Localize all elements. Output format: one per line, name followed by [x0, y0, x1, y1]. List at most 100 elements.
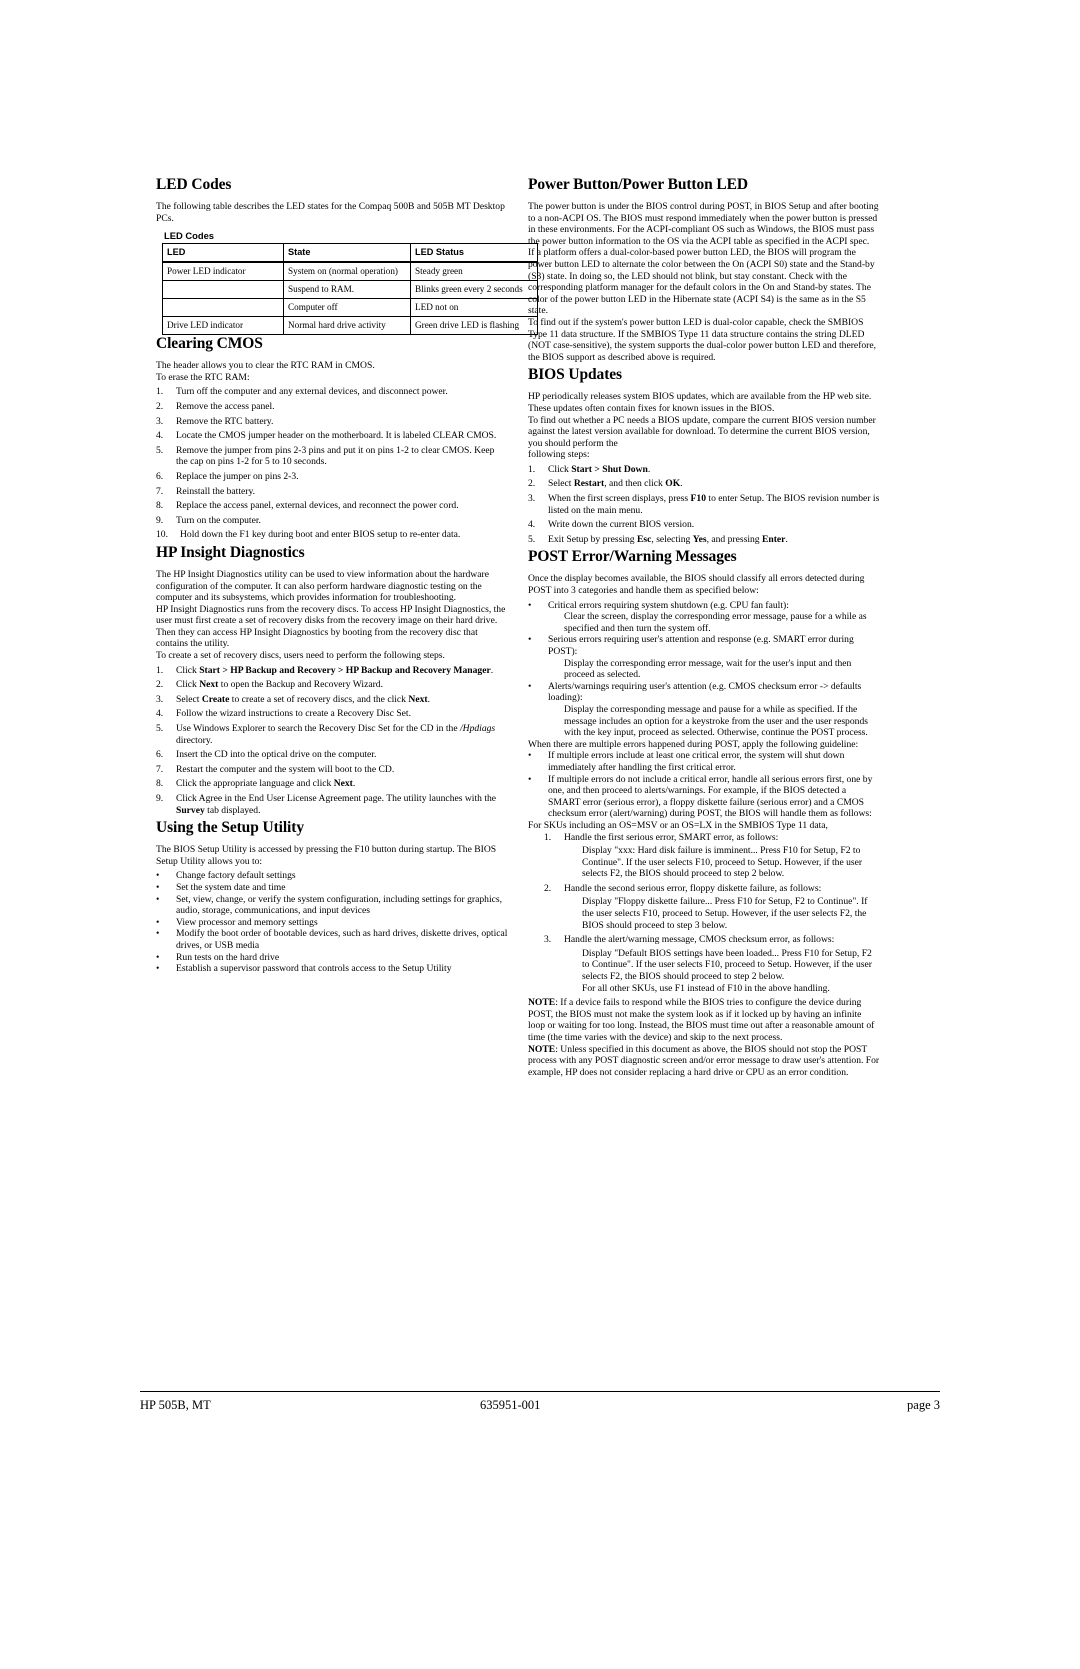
list-item-text: Click the appropriate language and click…	[176, 778, 356, 790]
heading-hp-insight-diagnostics: HP Insight Diagnostics	[156, 543, 305, 561]
bullet-icon: •	[528, 599, 532, 611]
heading-using-setup-utility: Using the Setup Utility	[156, 819, 304, 837]
bullet-icon: •	[156, 881, 160, 893]
post-errors-detail: Display the corresponding error message,…	[564, 657, 852, 681]
note-1: NOTE: If a device fails to respond while…	[528, 997, 880, 1043]
cell-led: Drive LED indicator	[162, 316, 284, 336]
list-item: • Set the system date and time	[156, 882, 508, 894]
list-item-text: If multiple errors do not include a crit…	[548, 773, 873, 820]
list-item: 6. Replace the jumper on pins 2-3.	[156, 471, 508, 483]
list-item: 8. Click the appropriate language and cli…	[156, 778, 508, 790]
list-item: 4. Follow the wizard instructions to crea…	[156, 708, 508, 720]
list-item-text: Remove the access panel.	[176, 400, 275, 412]
list-marker: 5.	[156, 723, 164, 735]
handling-step-title: Handle the second serious error, floppy …	[564, 882, 822, 894]
list-marker: 6.	[156, 470, 164, 482]
handling-step-detail: Display "Floppy diskette failure... Pres…	[582, 896, 868, 931]
list-item-text: Use Windows Explorer to search the Recov…	[176, 723, 496, 746]
list-marker: 5.	[156, 444, 164, 456]
power-button-para-3: To find out if the system's power button…	[528, 316, 877, 363]
footer-model: HP 505B, MT	[140, 1398, 211, 1412]
list-item: 3. Select Create to create a set of recov…	[156, 694, 508, 706]
list-marker: 10.	[156, 529, 168, 541]
all-other-skus: For all other SKUs, use F1 instead of F1…	[582, 982, 830, 994]
list-item: • Critical errors requiring system shutdo…	[528, 600, 880, 612]
list-marker: 8.	[156, 500, 164, 512]
list-item: 10. Hold down the F1 key during boot and …	[156, 529, 508, 541]
list-marker: 2.	[156, 679, 164, 691]
cell-state: Computer off	[283, 298, 411, 318]
document-page: LED Codes The following table describes …	[0, 0, 1080, 1669]
note-2: NOTE: Unless specified in this document …	[528, 1044, 880, 1079]
post-errors-detail: Display the corresponding message and pa…	[564, 703, 868, 739]
bios-updates-para-3: following steps:	[528, 449, 590, 461]
handling-step: 1. Handle the first serious error, SMART …	[528, 832, 880, 844]
clearing-cmos-intro-2: To erase the RTC RAM:	[156, 371, 250, 383]
left-column: LED Codes The following table describes …	[156, 176, 538, 975]
list-item: 4. Locate the CMOS jumper header on the m…	[156, 430, 508, 442]
list-item-text: Click Start > HP Backup and Recovery > H…	[176, 664, 494, 676]
list-marker: 3.	[156, 415, 164, 427]
bullet-icon: •	[156, 870, 160, 882]
power-button-para-1: The power button is under the BIOS contr…	[528, 201, 879, 247]
setup-utility-intro: The BIOS Setup Utility is accessed by pr…	[156, 844, 497, 867]
cell-status: Green drive LED is flashing	[410, 316, 538, 336]
list-item-text: Hold down the F1 key during boot and ent…	[180, 529, 461, 541]
list-item-text: Set the system date and time	[176, 881, 286, 893]
list-item: 3. When the first screen displays, press …	[528, 493, 880, 516]
list-item-text: Click Next to open the Backup and Recove…	[176, 679, 383, 691]
list-item-text: Remove the jumper from pins 2-3 pins and…	[176, 444, 495, 468]
list-marker: 2.	[544, 882, 552, 894]
post-errors-intro: Once the display becomes available, the …	[528, 573, 865, 597]
list-item: 1. Click Start > Shut Down.	[528, 464, 880, 476]
list-item-text: Locate the CMOS jumper header on the mot…	[176, 430, 497, 442]
list-marker: 9.	[156, 514, 164, 526]
cell-state: System on (normal operation)	[283, 261, 411, 282]
footer-part-number: 635951-001	[480, 1398, 541, 1412]
list-marker: 2.	[528, 478, 536, 490]
hp-insight-para-3: To create a set of recovery discs, users…	[156, 650, 445, 662]
list-item: 2. Click Next to open the Backup and Reco…	[156, 679, 508, 691]
list-item-text: Replace the access panel, external devic…	[176, 500, 459, 512]
list-item: 1. Turn off the computer and any external…	[156, 386, 508, 398]
cell-status: Blinks green every 2 seconds	[410, 280, 538, 300]
cell-state: Normal hard drive activity	[283, 316, 411, 336]
footer-page-number: page 3	[907, 1398, 940, 1412]
list-marker: 7.	[156, 485, 164, 497]
list-item: • Alerts/warnings requiring user's attent…	[528, 681, 880, 704]
list-item-text: Establish a supervisor password that con…	[176, 963, 452, 975]
list-item: 2. Remove the access panel.	[156, 401, 508, 413]
led-codes-intro: The following table describes the LED st…	[156, 201, 505, 224]
list-marker: 1.	[528, 463, 536, 475]
list-item: • If multiple errors do not include a cri…	[528, 774, 880, 820]
cell-led	[162, 280, 284, 300]
heading-power-button-led: Power Button/Power Button LED	[528, 176, 748, 193]
bullet-icon: •	[156, 916, 160, 928]
list-marker: 3.	[156, 693, 164, 705]
bullet-icon: •	[156, 928, 160, 940]
list-item-text: Set, view, change, or verify the system …	[176, 893, 503, 917]
note-2-label: NOTE	[528, 1043, 556, 1055]
bullet-icon: •	[156, 893, 160, 905]
table-header-state: State	[283, 243, 411, 264]
bullet-icon: •	[528, 680, 532, 692]
handling-step: 2. Handle the second serious error, flopp…	[528, 883, 880, 895]
list-item-text: Turn off the computer and any external d…	[176, 386, 448, 398]
cell-status: Steady green	[410, 261, 538, 282]
list-item: • If multiple errors include at least one…	[528, 750, 880, 773]
cell-status: LED not on	[410, 298, 538, 318]
page-footer: HP 505B, MT 635951-001 page 3	[140, 1391, 940, 1419]
list-item-text: If multiple errors include at least one …	[548, 750, 845, 773]
list-item-text: Remove the RTC battery.	[176, 415, 274, 427]
list-item: • View processor and memory settings	[156, 917, 508, 929]
heading-bios-updates: BIOS Updates	[528, 366, 622, 384]
table-header-led-status: LED Status	[410, 243, 538, 264]
list-item: 7. Reinstall the battery.	[156, 486, 508, 498]
list-item: 9. Turn on the computer.	[156, 515, 508, 527]
heading-led-codes: LED Codes	[156, 176, 232, 193]
cell-led: Power LED indicator	[162, 261, 284, 282]
hp-insight-para-2: HP Insight Diagnostics runs from the rec…	[156, 603, 506, 650]
multi-errors-intro: When there are multiple errors happened …	[528, 738, 859, 750]
list-marker: 1.	[156, 664, 164, 676]
list-marker: 2.	[156, 400, 164, 412]
